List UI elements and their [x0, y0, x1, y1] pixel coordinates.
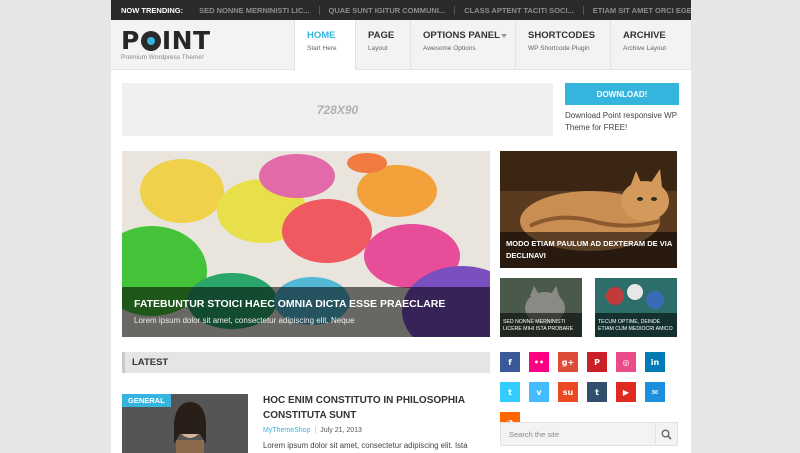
nav-title: HOME	[307, 30, 336, 41]
nav-subtitle: Start Here	[307, 45, 337, 52]
nav-options-panel[interactable]: OPTIONS PANEL Awesome Options	[410, 20, 515, 70]
featured-post-large[interactable]: FATEBUNTUR STOICI HAEC OMNIA DICTA ESSE …	[122, 151, 490, 337]
trending-bar: NOW TRENDING: SED NONNE MERNINISTI LIC..…	[111, 0, 691, 20]
stumbleupon-icon[interactable]: su	[558, 382, 578, 402]
pinterest-icon[interactable]: P	[587, 352, 607, 372]
featured-post-small[interactable]: SED NONNE MERNINISTI LICERE MIHI ISTA PR…	[500, 278, 582, 337]
post-meta: MyThemeShop | July 21, 2013	[263, 427, 362, 434]
nav-title: ARCHIVE	[623, 30, 666, 41]
featured-post-cat[interactable]: MODO ETIAM PAULUM AD DEXTERAM DE VIA DEC…	[500, 151, 677, 268]
ad-banner[interactable]: 728X90	[122, 83, 553, 136]
featured-title: FATEBUNTUR STOICI HAEC OMNIA DICTA ESSE …	[134, 298, 446, 310]
caption-overlay	[122, 287, 490, 337]
logo-o-icon	[140, 31, 161, 51]
site-header: P INT Premium Wordpress Theme! HOME Start…	[111, 20, 691, 71]
search-input[interactable]	[501, 423, 655, 445]
dribbble-icon[interactable]: ◎	[616, 352, 636, 372]
flickr-icon[interactable]: ••	[529, 352, 549, 372]
ad-size-label: 728X90	[316, 102, 359, 117]
post-author[interactable]: MyThemeShop	[263, 427, 310, 434]
nav-home[interactable]: HOME Start Here	[294, 20, 355, 71]
twitter-icon[interactable]: t	[500, 382, 520, 402]
search-icon	[661, 429, 672, 440]
search-box	[500, 422, 678, 446]
post-title[interactable]: HOC ENIM CONSTITUTO IN PHILOSOPHIA CONST…	[263, 393, 488, 423]
trending-link[interactable]: SED NONNE MERNINISTI LIC...	[195, 6, 318, 15]
nav-subtitle: WP Shortcode Plugin	[528, 45, 590, 52]
chevron-down-icon	[501, 34, 507, 38]
vimeo-icon[interactable]: v	[529, 382, 549, 402]
search-button[interactable]	[655, 423, 677, 445]
download-button[interactable]: DOWNLOAD!	[565, 83, 679, 105]
logo-letters-int: INT	[161, 26, 211, 55]
featured-title: SED NONNE MERNINISTI LICERE MIHI ISTA PR…	[503, 319, 574, 332]
featured-title: TECUM OPTIME, DEINDE ETIAM CUM MEDIOCRI …	[598, 319, 673, 332]
download-description: Download Point responsive WP Theme for F…	[565, 111, 677, 132]
post-category-badge[interactable]: GENERAL	[122, 394, 171, 407]
featured-description: Lorem ipsum dolor sit amet, consectetur …	[134, 316, 355, 325]
post-excerpt: Lorem ipsum dolor sit amet, consectetur …	[263, 441, 468, 450]
logo-letter-p: P	[121, 26, 140, 55]
page-container: P INT Premium Wordpress Theme! HOME Start…	[111, 20, 691, 453]
trending-label: NOW TRENDING:	[121, 5, 184, 15]
post-date: July 21, 2013	[320, 427, 362, 434]
linkedin-icon[interactable]: in	[645, 352, 665, 372]
google-plus-icon[interactable]: g+	[558, 352, 578, 372]
facebook-icon[interactable]: f	[500, 352, 520, 372]
site-tagline: Premium Wordpress Theme!	[121, 54, 204, 61]
trending-link[interactable]: CLASS APTENT TACITI SOCI...	[454, 5, 583, 15]
trending-link[interactable]: ETIAM SIT AMET ORCI EGET...	[582, 5, 691, 15]
main-nav: HOME Start Here PAGE Layout OPTIONS PANE…	[294, 20, 691, 71]
nav-subtitle: Archive Layout	[623, 45, 666, 52]
nav-subtitle: Layout	[368, 45, 388, 52]
tumblr-icon[interactable]: t	[587, 382, 607, 402]
meta-separator: |	[314, 427, 317, 434]
social-buttons: f••g+P◎intvsut▶✉◔	[500, 352, 680, 432]
site-logo[interactable]: P INT	[121, 28, 211, 54]
featured-post-small[interactable]: TECUM OPTIME, DEINDE ETIAM CUM MEDIOCRI …	[595, 278, 677, 337]
nav-shortcodes[interactable]: SHORTCODES WP Shortcode Plugin	[515, 20, 610, 70]
nav-page[interactable]: PAGE Layout	[355, 20, 410, 70]
nav-archive[interactable]: ARCHIVE Archive Layout	[610, 20, 691, 70]
latest-section-heading: LATEST	[122, 352, 490, 373]
nav-title: PAGE	[368, 30, 395, 41]
nav-title: SHORTCODES	[528, 30, 596, 41]
email-icon[interactable]: ✉	[645, 382, 665, 402]
nav-subtitle: Awesome Options	[423, 45, 476, 52]
youtube-icon[interactable]: ▶	[616, 382, 636, 402]
trending-link[interactable]: QUAE SUNT IGITUR COMMUNI...	[318, 5, 455, 15]
featured-title: MODO ETIAM PAULUM AD DEXTERAM DE VIA DEC…	[506, 239, 672, 260]
